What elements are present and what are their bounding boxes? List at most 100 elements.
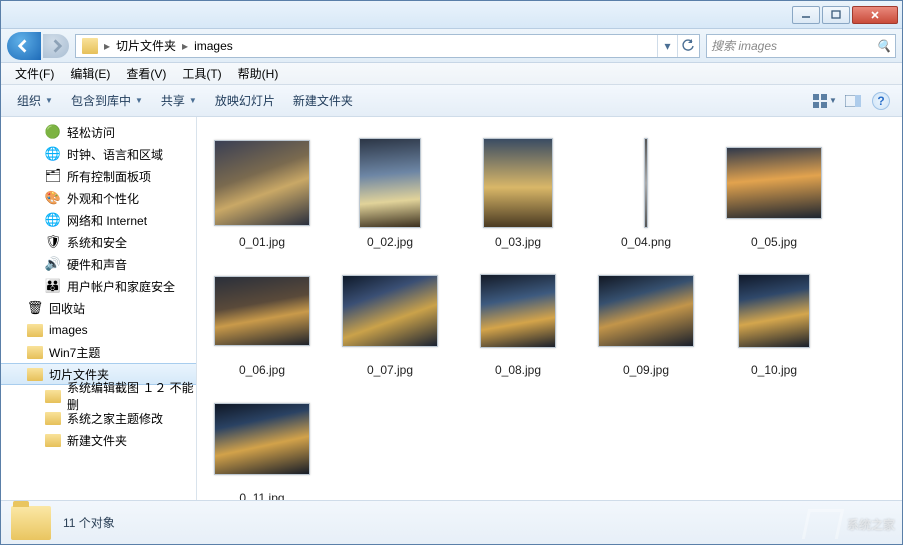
preview-pane-button[interactable] [840,90,866,112]
control-panel-icon: 🗑 [27,300,43,316]
control-panel-icon: 🔊 [45,256,61,272]
file-name: 0_03.jpg [495,235,541,249]
tree-item[interactable]: 🎨外观和个性化 [1,187,196,209]
menu-file[interactable]: 文件(F) [7,63,62,84]
folder-icon [11,506,51,540]
body: 🟢轻松访问🌐时钟、语言和区域 🗂 所有控制面板项 🎨外观和个性化🌐网络和 Intern… [1,117,902,500]
share-button[interactable]: 共享▼ [153,89,205,112]
tree-item-label: 硬件和声音 [67,256,127,273]
tree-item-label: 时钟、语言和区域 [67,146,163,163]
tree-item-label: 回收站 [49,300,85,317]
file-item[interactable]: 0_08.jpg [459,261,577,381]
tree-item-label: Win7主题 [49,344,100,361]
tree-item[interactable]: 🟢轻松访问 [1,121,196,143]
help-icon: ? [872,92,890,110]
breadcrumb-sep-icon: ▸ [102,39,112,53]
menubar: 文件(F) 编辑(E) 查看(V) 工具(T) 帮助(H) [1,63,902,85]
toolbar: 组织▼ 包含到库中▼ 共享▼ 放映幻灯片 新建文件夹 ▼ ? [1,85,902,117]
breadcrumb-1[interactable]: images [190,37,237,55]
file-item[interactable]: 0_07.jpg [331,261,449,381]
search-icon: 🔍 [876,39,891,53]
new-folder-button[interactable]: 新建文件夹 [285,89,361,112]
item-count: 11 个对象 [63,514,115,531]
folder-icon [27,344,43,360]
tree-item-label: 用户帐户和家庭安全 [67,278,175,295]
address-history-dropdown[interactable]: ▾ [657,35,677,57]
change-view-button[interactable]: ▼ [812,90,838,112]
thumbnail-grid: 0_01.jpg 0_02.jpg 0_03.jpg 0_04.png 0_05.jpg… [203,133,896,500]
image-thumbnail [214,140,310,226]
tree-item[interactable]: 系统编辑截图 １２ 不能删 [1,385,196,407]
file-item[interactable]: 0_05.jpg [715,133,833,253]
tree-item[interactable]: images [1,319,196,341]
file-name: 0_06.jpg [239,363,285,377]
tree-item[interactable]: 🗑 回收站 [1,297,196,319]
menu-view[interactable]: 查看(V) [118,63,174,84]
tree-item-label: 系统之家主题修改 [67,410,163,427]
maximize-button[interactable] [822,6,850,24]
search-placeholder: 搜索 images [711,37,777,54]
control-panel-icon: 👪 [45,278,61,294]
tree-item-label: 新建文件夹 [67,432,127,449]
window-controls [792,6,898,24]
menu-edit[interactable]: 编辑(E) [62,63,118,84]
breadcrumb-0[interactable]: 切片文件夹 [112,35,180,56]
tree-item[interactable]: 🔊 硬件和声音 [1,253,196,275]
file-item[interactable]: 0_04.png [587,133,705,253]
search-box[interactable]: 搜索 images 🔍 [706,34,896,58]
file-item[interactable]: 0_09.jpg [587,261,705,381]
file-name: 0_11.jpg [239,491,284,500]
file-item[interactable]: 0_06.jpg [203,261,321,381]
slideshow-button[interactable]: 放映幻灯片 [207,89,283,112]
image-thumbnail [738,274,810,348]
file-name: 0_04.png [621,235,671,249]
folder-icon [27,322,43,338]
image-thumbnail [726,147,822,219]
file-name: 0_02.jpg [367,235,413,249]
menu-tools[interactable]: 工具(T) [174,63,229,84]
file-name: 0_09.jpg [623,363,669,377]
back-button[interactable] [7,32,41,60]
tree-item[interactable]: 🌐时钟、语言和区域 [1,143,196,165]
chevron-down-icon: ▼ [45,96,53,105]
file-item[interactable]: 0_01.jpg [203,133,321,253]
folder-icon [45,388,61,404]
tree-item[interactable]: 🌐网络和 Internet [1,209,196,231]
refresh-button[interactable] [677,35,697,57]
statusbar: 11 个对象 [1,500,902,544]
tree-item-label: 所有控制面板项 [67,168,151,185]
tree-item[interactable]: 🗂 所有控制面板项 [1,165,196,187]
tree-item-label: images [49,323,88,337]
file-name: 0_10.jpg [751,363,797,377]
file-name: 0_07.jpg [367,363,413,377]
forward-button[interactable] [43,34,69,58]
file-name: 0_05.jpg [751,235,797,249]
menu-help[interactable]: 帮助(H) [230,63,287,84]
control-panel-icon: 🗂 [45,168,61,184]
help-button[interactable]: ? [868,90,894,112]
minimize-button[interactable] [792,6,820,24]
image-thumbnail [480,274,556,348]
tree-item-label: 外观和个性化 [67,190,139,207]
close-button[interactable] [852,6,898,24]
nav-tree[interactable]: 🟢轻松访问🌐时钟、语言和区域 🗂 所有控制面板项 🎨外观和个性化🌐网络和 Intern… [1,117,197,500]
file-item[interactable]: 0_03.jpg [459,133,577,253]
image-thumbnail [644,138,648,228]
address-bar[interactable]: ▸ 切片文件夹 ▸ images ▾ [75,34,700,58]
file-item[interactable]: 0_11.jpg [203,389,321,500]
file-item[interactable]: 0_02.jpg [331,133,449,253]
tree-item[interactable]: Win7主题 [1,341,196,363]
include-in-library-button[interactable]: 包含到库中▼ [63,89,151,112]
tree-item[interactable]: 👪 用户帐户和家庭安全 [1,275,196,297]
content-pane[interactable]: 0_01.jpg 0_02.jpg 0_03.jpg 0_04.png 0_05.jpg… [197,117,902,500]
folder-icon [82,38,98,54]
folder-icon [27,366,43,382]
tree-item-label: 系统编辑截图 １２ 不能删 [67,379,196,413]
tree-item[interactable]: 🛡系统和安全 [1,231,196,253]
organize-button[interactable]: 组织▼ [9,89,61,112]
navbar: ▸ 切片文件夹 ▸ images ▾ 搜索 images 🔍 [1,29,902,63]
file-item[interactable]: 0_10.jpg [715,261,833,381]
folder-icon [45,432,61,448]
control-panel-icon: 🟢 [45,124,61,140]
tree-item[interactable]: 新建文件夹 [1,429,196,451]
